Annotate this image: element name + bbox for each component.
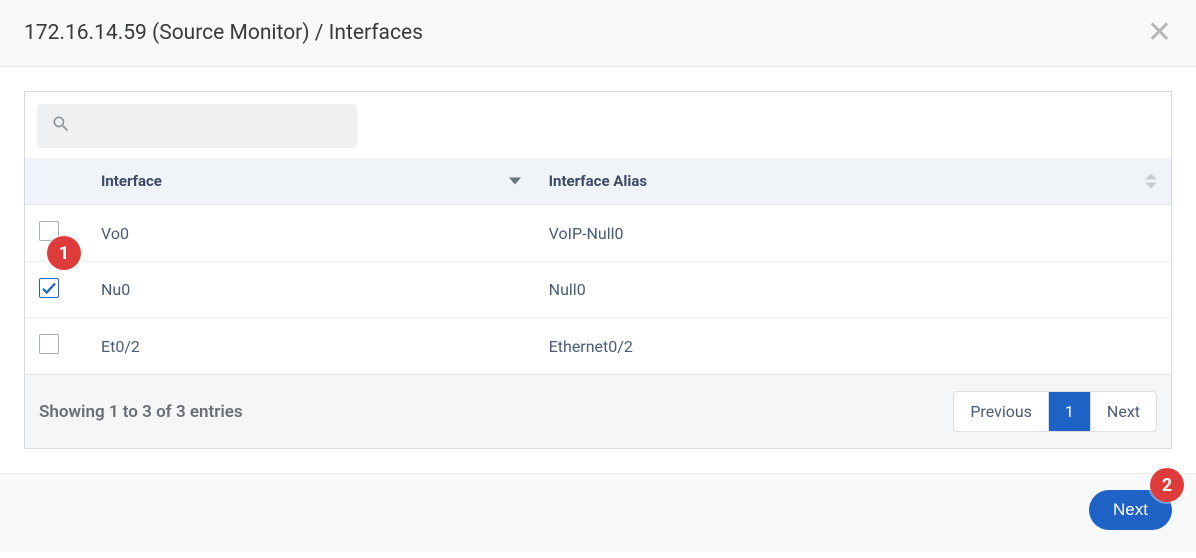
cell-alias: Ethernet0/2 <box>535 318 1171 375</box>
column-header-interface[interactable]: Interface <box>87 158 535 205</box>
callout-marker-2: 2 <box>1150 468 1184 502</box>
search-area <box>25 92 1171 158</box>
table-row: 1Nu0Null0 <box>25 262 1171 318</box>
interfaces-panel: Interface Interface Alias Vo0VoIP-Null01… <box>24 91 1172 449</box>
column-header-alias[interactable]: Interface Alias <box>535 158 1171 205</box>
callout-marker-1: 1 <box>47 236 81 270</box>
cell-interface: Vo0 <box>87 205 535 262</box>
pager-previous[interactable]: Previous <box>954 392 1049 431</box>
cell-alias: VoIP-Null0 <box>535 205 1171 262</box>
search-icon <box>51 114 71 138</box>
column-header-checkbox[interactable] <box>25 158 87 205</box>
table-footer: Showing 1 to 3 of 3 entries Previous 1 N… <box>25 374 1171 448</box>
modal-body: Interface Interface Alias Vo0VoIP-Null01… <box>0 67 1196 473</box>
pager-next[interactable]: Next <box>1091 392 1156 431</box>
row-checkbox[interactable] <box>39 334 59 354</box>
search-box[interactable] <box>37 104 357 148</box>
pager-page-1[interactable]: 1 <box>1049 392 1091 431</box>
column-label: Interface Alias <box>549 172 647 190</box>
modal-header: 172.16.14.59 (Source Monitor) / Interfac… <box>0 0 1196 67</box>
entries-text: Showing 1 to 3 of 3 entries <box>39 402 243 422</box>
table-row: Et0/2Ethernet0/2 <box>25 318 1171 375</box>
sort-desc-icon <box>509 178 521 185</box>
cell-interface: Et0/2 <box>87 318 535 375</box>
table-row: Vo0VoIP-Null0 <box>25 205 1171 262</box>
cell-interface: Nu0 <box>87 262 535 318</box>
search-input[interactable] <box>81 117 343 135</box>
modal-footer: Next 2 <box>0 473 1196 552</box>
interfaces-table: Interface Interface Alias Vo0VoIP-Null01… <box>25 158 1171 374</box>
column-label: Interface <box>101 172 162 190</box>
close-icon[interactable]: ✕ <box>1147 18 1172 48</box>
modal-title: 172.16.14.59 (Source Monitor) / Interfac… <box>24 21 423 45</box>
sort-icon <box>1145 174 1157 189</box>
pager: Previous 1 Next <box>953 391 1157 432</box>
modal-dialog: 172.16.14.59 (Source Monitor) / Interfac… <box>0 0 1196 552</box>
cell-alias: Null0 <box>535 262 1171 318</box>
row-checkbox[interactable] <box>39 278 59 298</box>
